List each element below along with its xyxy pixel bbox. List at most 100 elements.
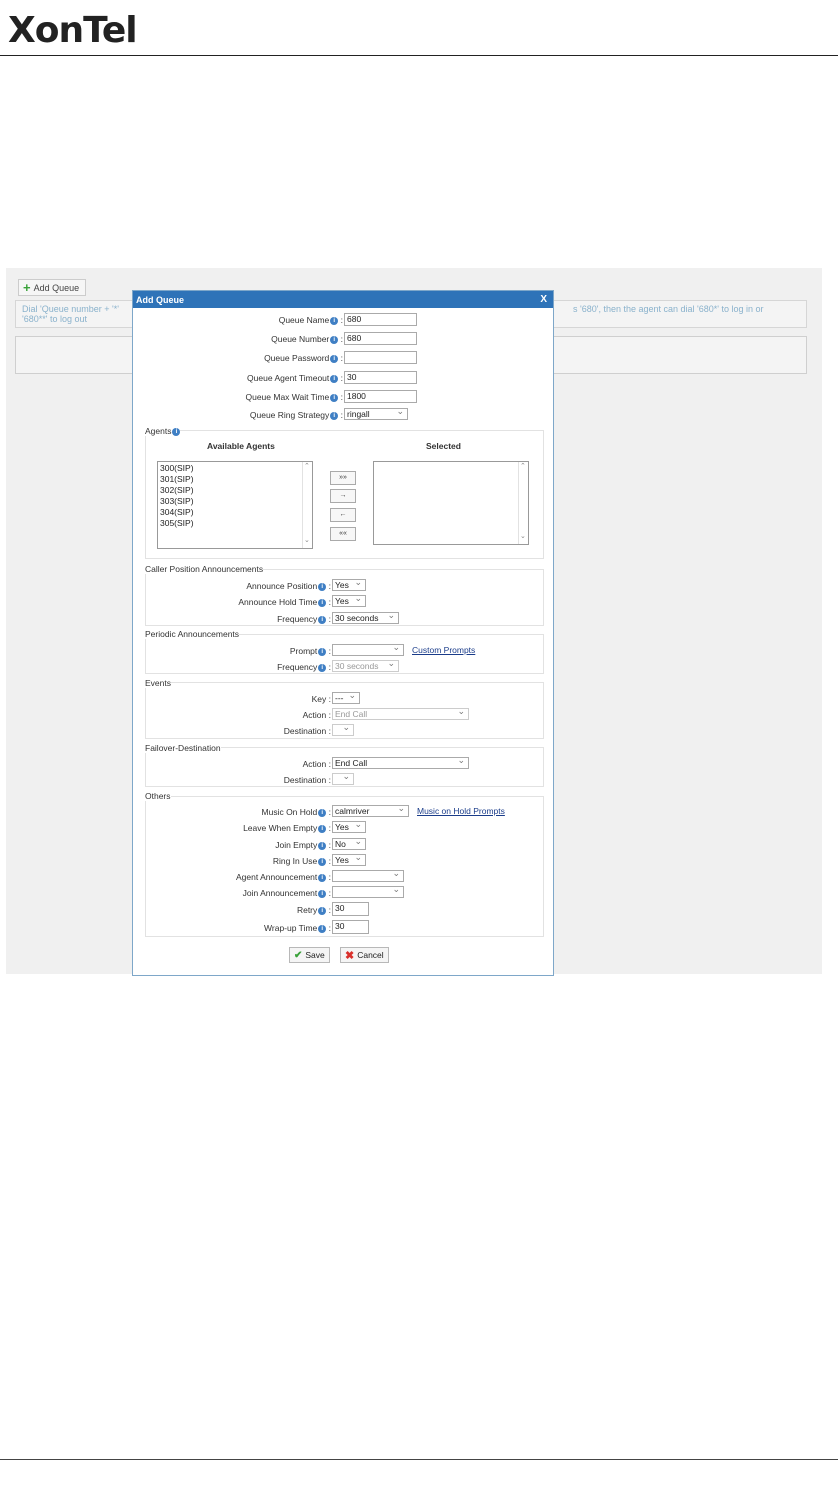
add-queue-dialog: Add Queue X Queue Name i : 680 Queue Numb… bbox=[132, 290, 554, 976]
ring-in-use-select[interactable]: Yes bbox=[332, 854, 366, 866]
event-action-select[interactable]: End Call bbox=[332, 708, 469, 720]
available-agents-list[interactable]: 300(SIP) 301(SIP) 302(SIP) 303(SIP) 304(SIP)… bbox=[157, 461, 313, 549]
ring-strategy-label: Queue Ring Strategy i : bbox=[249, 410, 343, 420]
event-destination-label: Destination : bbox=[283, 726, 331, 736]
screenshot-area: + Add Queue Dial 'Queue number + '*' s '… bbox=[6, 268, 822, 976]
queue-number-input[interactable]: 680 bbox=[344, 332, 417, 345]
retry-label: Retry i : bbox=[296, 905, 331, 915]
info-icon: i bbox=[330, 316, 339, 325]
queue-password-label: Queue Password i : bbox=[264, 353, 343, 363]
periodic-frequency-select[interactable]: 30 seconds bbox=[332, 660, 399, 672]
add-queue-button[interactable]: + Add Queue bbox=[18, 279, 87, 296]
info-icon: i bbox=[330, 335, 339, 344]
moh-label: Music On Hold i : bbox=[261, 807, 331, 817]
ring-in-use-label: Ring In Use i : bbox=[272, 856, 331, 866]
listbox-scrollbar[interactable] bbox=[518, 461, 528, 544]
announce-position-label: Announce Position i : bbox=[246, 581, 331, 591]
close-icon[interactable]: X bbox=[540, 294, 547, 305]
agent-announcement-select[interactable] bbox=[332, 870, 404, 882]
info-icon: i bbox=[318, 598, 327, 607]
selected-agents-header: Selected bbox=[426, 441, 461, 451]
failover-legend: Failover-Destination bbox=[145, 743, 221, 753]
info-icon: i bbox=[318, 615, 327, 624]
leave-when-empty-select[interactable]: Yes bbox=[332, 821, 366, 833]
info-icon: i bbox=[318, 924, 327, 933]
info-icon: i bbox=[330, 374, 339, 383]
remove-all-button[interactable]: «« bbox=[330, 527, 356, 541]
queue-name-input[interactable]: 680 bbox=[344, 313, 417, 326]
available-agents-header: Available Agents bbox=[207, 441, 275, 451]
retry-input[interactable]: 30 bbox=[332, 902, 369, 916]
info-icon: i bbox=[172, 427, 181, 436]
announce-hold-time-select[interactable]: Yes bbox=[332, 595, 366, 607]
note-line2: '680**' to log out bbox=[22, 314, 87, 324]
footer-rule bbox=[0, 1459, 838, 1460]
announce-position-select[interactable]: Yes bbox=[332, 579, 366, 591]
others-legend: Others bbox=[145, 791, 171, 801]
add-all-button[interactable]: »» bbox=[330, 471, 356, 485]
queue-password-input[interactable] bbox=[344, 351, 417, 364]
custom-prompts-link[interactable]: Custom Prompts bbox=[412, 645, 475, 655]
moh-select[interactable]: calmriver bbox=[332, 805, 409, 817]
info-icon: i bbox=[318, 647, 327, 656]
add-queue-label: Add Queue bbox=[33, 282, 80, 293]
info-icon: i bbox=[318, 841, 327, 850]
failover-destination-label: Destination : bbox=[283, 775, 331, 785]
wrapup-input[interactable]: 30 bbox=[332, 920, 369, 934]
agent-option[interactable]: 301(SIP) bbox=[160, 474, 310, 485]
event-destination-select[interactable] bbox=[332, 724, 354, 736]
failover-destination-select[interactable] bbox=[332, 773, 354, 785]
join-empty-select[interactable]: No bbox=[332, 838, 366, 850]
save-button[interactable]: ✔ Save bbox=[289, 947, 330, 963]
failover-action-label: Action : bbox=[302, 759, 331, 769]
cancel-button[interactable]: ✖ Cancel bbox=[340, 947, 389, 963]
event-key-select[interactable]: --- bbox=[332, 692, 360, 704]
caller-frequency-label: Frequency i : bbox=[277, 614, 331, 624]
periodic-legend: Periodic Announcements bbox=[145, 629, 240, 639]
announce-hold-time-label: Announce Hold Time i : bbox=[238, 597, 331, 607]
agent-option[interactable]: 300(SIP) bbox=[160, 463, 310, 474]
moh-prompts-link[interactable]: Music on Hold Prompts bbox=[417, 806, 505, 816]
info-icon: i bbox=[318, 582, 327, 591]
prompt-select[interactable] bbox=[332, 644, 404, 656]
remove-button[interactable]: ← bbox=[330, 508, 356, 522]
info-icon: i bbox=[318, 663, 327, 672]
failover-action-select[interactable]: End Call bbox=[332, 757, 469, 769]
note-line1-right: s '680', then the agent can dial '680*' … bbox=[573, 304, 764, 314]
cross-icon: ✖ bbox=[345, 949, 355, 962]
agents-legend: Agents i bbox=[145, 426, 181, 436]
note-line1-left: Dial 'Queue number + '*' bbox=[22, 304, 119, 314]
caller-frequency-select[interactable]: 30 seconds bbox=[332, 612, 399, 624]
info-icon: i bbox=[330, 393, 339, 402]
max-wait-label: Queue Max Wait Time i : bbox=[245, 392, 343, 402]
info-icon: i bbox=[330, 411, 339, 420]
plus-icon: + bbox=[23, 279, 31, 295]
join-announcement-label: Join Announcement i : bbox=[242, 888, 331, 898]
agent-option[interactable]: 304(SIP) bbox=[160, 507, 310, 518]
selected-agents-list[interactable] bbox=[373, 461, 529, 545]
queue-number-label: Queue Number i : bbox=[271, 334, 343, 344]
max-wait-input[interactable]: 1800 bbox=[344, 390, 417, 403]
cancel-label: Cancel bbox=[357, 950, 384, 960]
add-button[interactable]: → bbox=[330, 489, 356, 503]
listbox-scrollbar[interactable] bbox=[302, 461, 312, 548]
join-empty-label: Join Empty i : bbox=[275, 840, 331, 850]
agent-announcement-label: Agent Announcement i : bbox=[235, 872, 331, 882]
info-icon: i bbox=[318, 906, 327, 915]
join-announcement-select[interactable] bbox=[332, 886, 404, 898]
leave-when-empty-label: Leave When Empty i : bbox=[243, 823, 331, 833]
prompt-label: Prompt i : bbox=[289, 646, 331, 656]
queue-name-label: Queue Name i : bbox=[278, 315, 343, 325]
info-icon: i bbox=[318, 824, 327, 833]
info-icon: i bbox=[318, 808, 327, 817]
agent-option[interactable]: 302(SIP) bbox=[160, 485, 310, 496]
agent-option[interactable]: 305(SIP) bbox=[160, 518, 310, 529]
wrapup-label: Wrap-up Time i : bbox=[264, 923, 331, 933]
agent-timeout-input[interactable]: 30 bbox=[344, 371, 417, 384]
events-legend: Events bbox=[145, 678, 171, 688]
info-icon: i bbox=[318, 857, 327, 866]
info-icon: i bbox=[318, 873, 327, 882]
agent-option[interactable]: 303(SIP) bbox=[160, 496, 310, 507]
ring-strategy-select[interactable]: ringall bbox=[344, 408, 408, 420]
header-rule bbox=[0, 55, 838, 56]
